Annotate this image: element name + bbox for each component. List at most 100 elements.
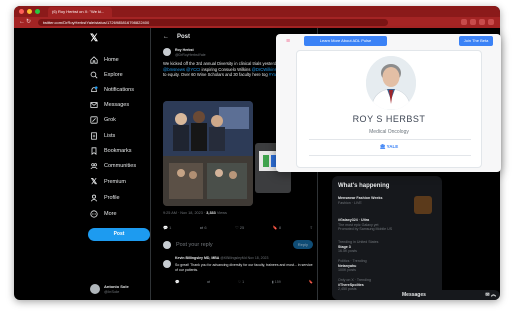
- back-arrow-icon[interactable]: ←: [163, 34, 169, 40]
- sidebar-item-notifications[interactable]: Notifications: [90, 85, 134, 95]
- tweet-text-line: We kicked off the 3rd annual Diversity i…: [163, 61, 262, 66]
- avatar: [163, 240, 171, 249]
- post-button[interactable]: Post: [88, 228, 150, 241]
- back-icon[interactable]: ←: [19, 18, 25, 27]
- minimize-window-icon[interactable]: [27, 9, 32, 14]
- extension-icon[interactable]: [479, 19, 485, 25]
- tweet-timestamp[interactable]: 9:25 AM · Nov 18, 2023: [163, 211, 203, 215]
- messages-drawer[interactable]: Messages ✉ ︽: [397, 290, 500, 300]
- tweet-photo[interactable]: [163, 101, 253, 206]
- person-icon: [90, 194, 98, 202]
- browser-toolbar: ← ↻ twitter.com/DrRoyHerbstYale/status/1…: [14, 17, 500, 28]
- affiliation-link[interactable]: 🏛 YALE: [297, 144, 481, 150]
- view-count: 3,333: [206, 211, 216, 215]
- extension-icon[interactable]: [461, 19, 467, 25]
- menu-icon[interactable]: ≡: [286, 38, 290, 45]
- address-bar[interactable]: twitter.com/DrRoyHerbstYale/status/17269…: [38, 19, 388, 26]
- divider: [309, 155, 471, 156]
- compose-message-icon[interactable]: ✉: [485, 292, 489, 298]
- tweet-meta: 9:25 AM · Nov 18, 2023 · 3,333 Views: [163, 211, 227, 215]
- tab-bar: (6) Roy Herbst on X: "We ki...: [14, 6, 500, 17]
- account-handle: @InSole: [104, 289, 120, 294]
- x-logo-icon[interactable]: 𝕏: [90, 34, 100, 44]
- like-action[interactable]: ♡ 1: [238, 280, 244, 284]
- trend-item[interactable]: Trending in United States Stage 3 16.5K …: [338, 240, 436, 254]
- sidebar-item-messages[interactable]: Messages: [90, 100, 129, 110]
- trend-thumbnail: [414, 196, 432, 214]
- sidebar-item-lists[interactable]: Lists: [90, 131, 115, 141]
- sidebar-item-premium[interactable]: 𝕏 Premium: [90, 177, 126, 187]
- sidebar-item-label: Profile: [104, 195, 120, 201]
- sidebar-item-grok[interactable]: Grok: [90, 115, 116, 125]
- sidebar-item-label: Explore: [104, 72, 123, 78]
- reply-author-handle[interactable]: @KBillingsleyMd: [220, 256, 246, 260]
- repost-action[interactable]: ⇄: [207, 280, 210, 284]
- views-action[interactable]: ▮ 159: [272, 280, 281, 284]
- bookmark-icon[interactable]: 🔖: [308, 280, 312, 284]
- post-header: ← Post: [163, 34, 190, 40]
- sidebar-item-bookmarks[interactable]: Bookmarks: [90, 146, 132, 156]
- trends-panel: What's happening Menswear Fashion Weeks …: [332, 176, 442, 300]
- maximize-window-icon[interactable]: [35, 9, 40, 14]
- mention-link[interactable]: @DrCWilkins: [252, 67, 277, 72]
- home-icon: [90, 56, 98, 64]
- sidebar-item-label: Messages: [104, 102, 130, 108]
- like-action[interactable]: ♡ 25: [235, 225, 244, 230]
- page-title: Post: [177, 34, 191, 40]
- join-beta-button[interactable]: Join The Beta: [459, 36, 493, 46]
- reply-action[interactable]: 💬 1: [163, 225, 171, 230]
- people-icon: [90, 163, 98, 170]
- sidebar-item-profile[interactable]: Profile: [90, 193, 120, 203]
- search-icon: [90, 71, 98, 79]
- avatar[interactable]: [163, 260, 171, 268]
- sidebar-item-explore[interactable]: Explore: [90, 70, 123, 80]
- extension-icon[interactable]: [470, 19, 476, 25]
- institution-icon: 🏛: [379, 144, 386, 149]
- chevron-up-icon[interactable]: ︽: [491, 292, 496, 298]
- trend-item[interactable]: Politics · Trending Netanyahu 100K posts: [338, 259, 436, 273]
- reply-count: 1: [169, 225, 172, 230]
- view-count: 159: [274, 280, 281, 284]
- browser-tab[interactable]: (6) Roy Herbst on X: "We ki...: [48, 7, 112, 17]
- reply-button[interactable]: Reply: [292, 240, 313, 249]
- trend-item[interactable]: #Galaxy324 · Ultra The most epic Galaxy …: [338, 218, 436, 232]
- sidebar-item-communities[interactable]: Communities: [90, 161, 136, 171]
- author-handle[interactable]: @DrRoyHerbstYale: [175, 53, 206, 58]
- bookmark-count: 8: [278, 225, 282, 230]
- tweet-text-line: Consuelo Wilkins: [218, 66, 252, 72]
- profile-name: ROY S HERBST: [352, 114, 426, 124]
- popup-header: ≡ Learn More About ADL Pulse Join The Be…: [276, 34, 501, 48]
- sidebar-item-label: More: [104, 211, 117, 217]
- repost-count: 6: [204, 225, 207, 230]
- bell-icon: [91, 86, 98, 92]
- extension-icons: [461, 19, 494, 25]
- learn-more-button[interactable]: Learn More About ADL Pulse: [304, 36, 387, 46]
- close-window-icon[interactable]: [19, 9, 24, 14]
- repost-action[interactable]: ⇄ 6: [200, 225, 207, 230]
- reply-input[interactable]: Post your reply: [176, 242, 288, 248]
- avatar[interactable]: [163, 48, 171, 56]
- trend-item[interactable]: Menswear Fashion Weeks Fashion · LIVE: [338, 196, 436, 214]
- share-icon[interactable]: ⇪: [310, 225, 313, 230]
- sidebar-item-label: Grok: [104, 117, 116, 123]
- reply-author-name[interactable]: Kevin Billingsley MD, MBA: [175, 256, 219, 260]
- more-icon: [90, 210, 98, 218]
- bookmark-icon: [91, 147, 97, 155]
- extension-popup: ≡ Learn More About ADL Pulse Join The Be…: [276, 34, 501, 172]
- window-controls: [19, 9, 40, 14]
- avatar: [90, 284, 100, 294]
- sidebar-item-home[interactable]: Home: [90, 55, 119, 65]
- sidebar: 𝕏 Home Explore Notifications Messages Gr…: [14, 28, 150, 300]
- grok-icon: [90, 116, 98, 124]
- tweet-author[interactable]: Roy Herbst @DrRoyHerbstYale: [163, 48, 206, 57]
- account-switcher[interactable]: Antonio Sole @InSole: [90, 284, 129, 294]
- reload-icon[interactable]: ↻: [26, 18, 31, 27]
- sidebar-item-label: Home: [104, 57, 119, 63]
- reply-text: So great! Thank you for advancing divers…: [175, 263, 313, 272]
- profile-icon[interactable]: [488, 19, 494, 25]
- reply-author-line: Kevin Billingsley MD, MBA @KBillingsleyM…: [175, 256, 268, 260]
- reply-action[interactable]: 💬: [175, 280, 179, 284]
- sidebar-item-more[interactable]: More: [90, 209, 117, 219]
- bookmark-action[interactable]: 🔖 8: [273, 225, 281, 230]
- profile-specialty: Medical Oncology: [369, 129, 409, 135]
